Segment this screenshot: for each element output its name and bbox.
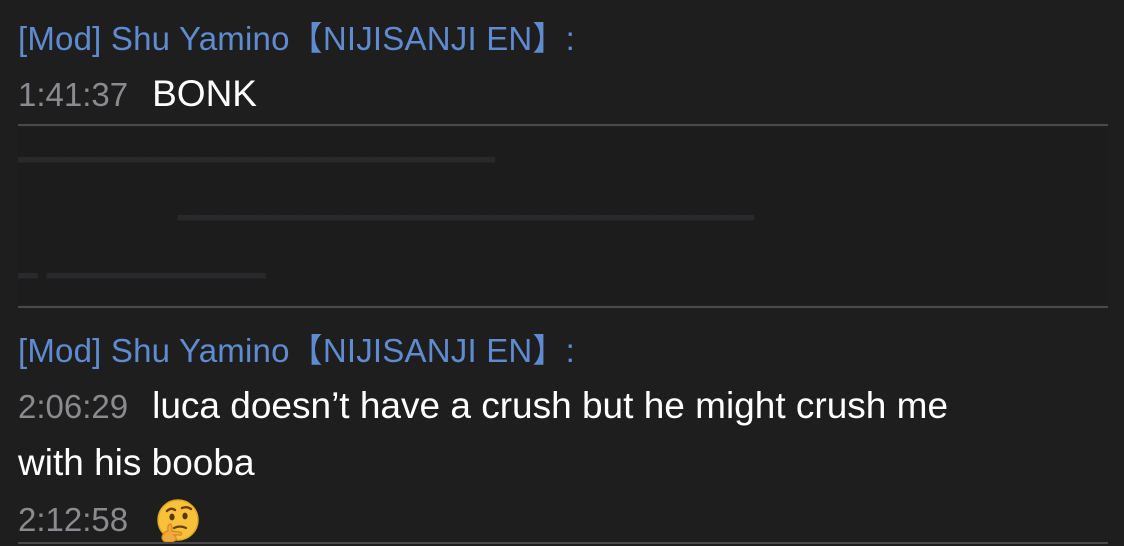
message-timestamp: 2:12:58 (18, 501, 129, 538)
message-divider (18, 542, 1108, 544)
message-line-continued: with his booba (18, 435, 1108, 491)
collapsed-author-placeholder: ━━━━━━━━━━━━━━━━━━━━━━━━ (18, 141, 495, 178)
message-line: 1:41:37 BONK (18, 66, 1108, 123)
collapsed-timestamp-placeholder: ━ ━━━━━━━━━━━ (18, 257, 266, 294)
message-author[interactable]: [Mod] Shu Yamino【NIJISANJI EN】: (18, 324, 1108, 372)
message-timestamp: 2:06:29 (18, 388, 129, 425)
collapsed-message: ━━━━━━━━━━━━━━━━━━━━━━━━ ━━━━━━━━━━━━━━━… (18, 128, 1108, 304)
message-line: 2:06:29 luca doesn’t have a crush but he … (18, 378, 1108, 435)
chat-message: [Mod] Shu Yamino【NIJISANJI EN】: 1:41:37 B… (18, 12, 1108, 123)
message-text: BONK (152, 73, 257, 114)
message-line: 2:12:58 (18, 491, 1108, 546)
message-text: luca doesn’t have a crush but he might c… (152, 385, 949, 426)
thinking-face-emoji (154, 497, 202, 545)
chat-log: [Mod] Shu Yamino【NIJISANJI EN】: 1:41:37 B… (0, 0, 1124, 546)
collapsed-text-placeholder: ━━━━━━━━━━━━━━━━━━━━━━━━━━━━━ (178, 199, 755, 236)
message-text-continued: with his booba (18, 442, 255, 483)
message-divider (18, 124, 1108, 126)
message-timestamp: 1:41:37 (18, 76, 129, 113)
chat-message: [Mod] Shu Yamino【NIJISANJI EN】: 2:06:29 l… (18, 324, 1108, 546)
message-divider (18, 306, 1108, 308)
message-author[interactable]: [Mod] Shu Yamino【NIJISANJI EN】: (18, 12, 1108, 60)
